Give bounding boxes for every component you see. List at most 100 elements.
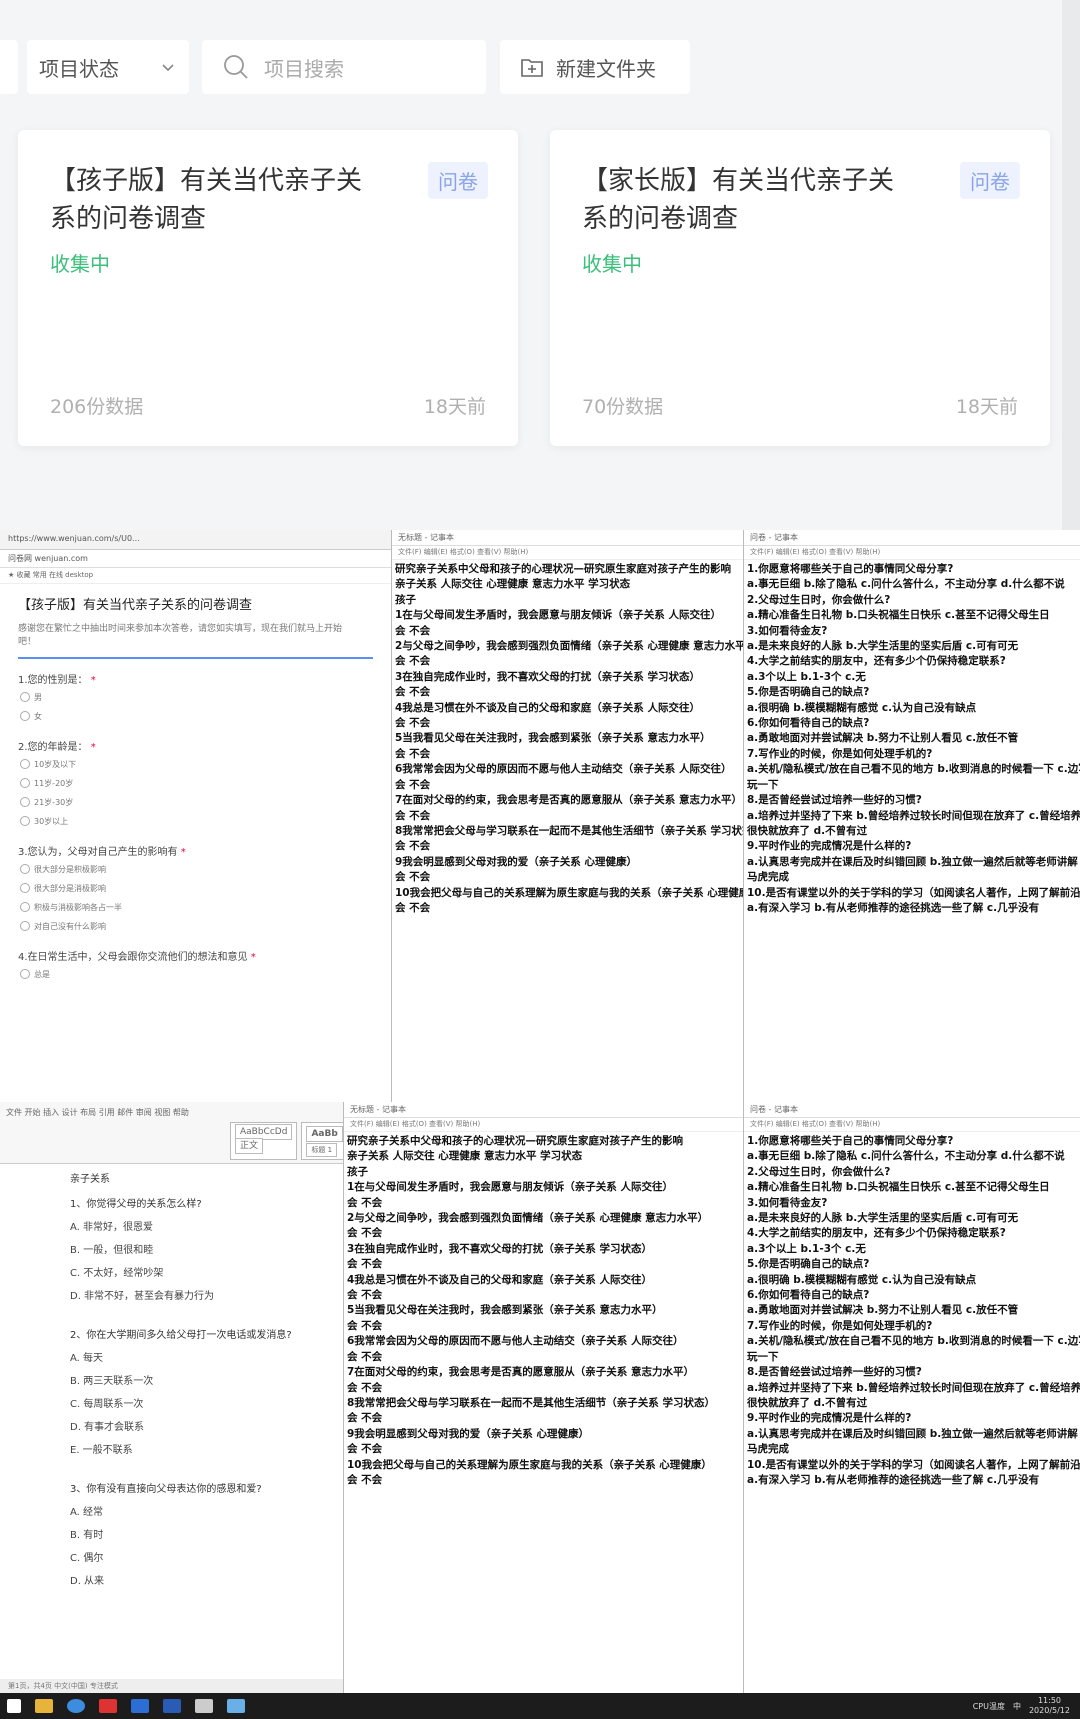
radio-option[interactable]: 21岁-30岁 [0, 793, 391, 812]
doc-spacer [60, 1591, 343, 1605]
document-body[interactable]: 亲子关系 1、你觉得父母的关系怎么样? A. 非常好，很恩爱 B. 一般，但很和睦 C… [0, 1164, 343, 1605]
project-search-input[interactable]: 项目搜索 [202, 40, 486, 94]
style-normal[interactable]: AaBbCcDd 正文 [230, 1122, 298, 1160]
doc-option: D. 从来 [70, 1576, 105, 1587]
word-icon[interactable] [163, 1699, 181, 1713]
text-line: 3在独自完成作业时，我不喜欢父母的打扰（亲子关系 学习状态） [395, 670, 700, 683]
radio-option[interactable]: 10岁及以下 [0, 755, 391, 774]
doc-option: C. 每周联系一次 [70, 1399, 144, 1410]
text-line: 6.你如何看待自己的缺点? [747, 1289, 870, 1302]
text-line: 10.是否有课堂以外的关于学科的学习（如阅读名人著作，上网了解前沿知识） [747, 1458, 1080, 1471]
text-line: 会 不会 [395, 747, 431, 760]
menu-bar[interactable]: 文件(F) 编辑(E) 格式(O) 查看(V) 帮助(H) [392, 546, 743, 560]
browser-icon[interactable] [67, 1699, 85, 1713]
radio-option[interactable]: 对自己没有什么影响 [0, 917, 391, 936]
new-folder-button[interactable]: 新建文件夹 [500, 40, 690, 94]
menu-bar[interactable]: 文件(F) 编辑(E) 格式(O) 查看(V) 帮助(H) [744, 546, 1080, 560]
text-line: 7.写作业的时候，你是如何处理手机的? [747, 747, 933, 760]
text-line: 3.如何看待金友? [747, 1196, 828, 1209]
survey-question: 4.在日常生活中，父母会跟你交流他们的想法和意见 * [0, 936, 391, 965]
text-line: 6.你如何看待自己的缺点? [747, 717, 870, 730]
window-title: 问卷 - 记事本 [744, 530, 1080, 546]
text-line: 7在面对父母的约束，我会思考是否真的愿意服从（亲子关系 意志力水平） [395, 794, 742, 807]
data-count: 206份数据 [50, 396, 144, 418]
text-line: 5.你是否明确自己的缺点? [747, 1258, 870, 1271]
text-line: 会 不会 [347, 1473, 383, 1486]
text-line: 会 不会 [395, 655, 431, 668]
text-content[interactable]: 1.你愿意将哪些关于自己的事情同父母分享? a.事无巨细 b.除了隐私 c.问什么… [744, 560, 1080, 918]
ribbon-tabs[interactable]: 文件 开始 插入 设计 布局 引用 邮件 审阅 视图 帮助 [6, 1106, 337, 1120]
text-line: 孩子 [395, 593, 416, 606]
text-line: 研究亲子关系中父母和孩子的心理状况—研究原生家庭对孩子产生的影响 [347, 1135, 683, 1147]
word-ribbon[interactable]: 文件 开始 插入 设计 布局 引用 邮件 审阅 视图 帮助 AaBbCcDd 正文… [0, 1102, 343, 1164]
doc-option: A. 经常 [70, 1507, 104, 1518]
text-line: a.认真思考完成并在课后及时纠错回顾 b.独立做一遍然后就等老师讲解 c. [747, 1427, 1080, 1440]
text-line: 1.你愿意将哪些关于自己的事情同父母分享? [747, 1135, 954, 1147]
project-card-parent[interactable]: 【家长版】有关当代亲子关系的问卷调查 问卷 收集中 70份数据 18天前 [550, 130, 1050, 446]
radio-option[interactable]: 男 [0, 688, 391, 707]
edge-icon[interactable] [131, 1699, 149, 1713]
window-title: 问卷 - 记事本 [744, 1102, 1080, 1118]
folder-icon[interactable] [35, 1699, 53, 1713]
style-heading[interactable]: AaBb 标题 1 [301, 1122, 343, 1160]
settings-icon[interactable] [195, 1699, 213, 1713]
app-icon[interactable] [99, 1699, 117, 1713]
doc-option: D. 非常不好，甚至会有暴力行为 [70, 1291, 215, 1302]
menu-bar[interactable]: 文件(F) 编辑(E) 格式(O) 查看(V) 帮助(H) [744, 1118, 1080, 1132]
prev-filter-stub[interactable] [0, 40, 18, 94]
notepad-window-1: 无标题 - 记事本 文件(F) 编辑(E) 格式(O) 查看(V) 帮助(H) … [392, 530, 744, 1102]
text-content[interactable]: 研究亲子关系中父母和孩子的心理状况—研究原生家庭对孩子产生的影响 亲子关系 人际交… [344, 1132, 743, 1490]
text-line: 9.平时作业的完成情况是什么样的? [747, 1412, 912, 1425]
radio-option[interactable]: 积极与消极影响各占一半 [0, 898, 391, 917]
text-line: 9我会明显感到父母对我的爱（亲子关系 心理健康） [395, 855, 637, 868]
text-line: 10.是否有课堂以外的关于学科的学习（如阅读名人著作，上网了解前沿知识） [747, 886, 1080, 899]
survey-title: 【孩子版】有关当代亲子关系的问卷调查 [18, 598, 253, 613]
text-line: 8我常常把会父母与学习联系在一起而不是其他生活细节（亲子关系 学习状态） [395, 824, 744, 837]
text-line: 7在面对父母的约束，我会思考是否真的愿意服从（亲子关系 意志力水平） [347, 1366, 694, 1379]
radio-option[interactable]: 30岁以上 [0, 812, 391, 831]
text-line: 会 不会 [395, 624, 431, 637]
required-mark: * [87, 675, 96, 686]
text-line: 会 不会 [395, 778, 431, 791]
clock[interactable]: 11:50 2020/5/12 [1029, 1696, 1070, 1716]
text-line: 会 不会 [347, 1227, 383, 1240]
text-line: a.精心准备生日礼物 b.口头祝福生日快乐 c.甚至不记得父母生日 [747, 609, 1050, 622]
text-line: a.勇敢地面对并尝试解决 b.努力不让别人看见 c.放任不管 [747, 1304, 1019, 1317]
radio-option[interactable]: 很大部分是消极影响 [0, 879, 391, 898]
start-icon[interactable] [7, 1699, 21, 1713]
notepad-icon[interactable] [227, 1699, 245, 1713]
text-line: 会 不会 [347, 1319, 383, 1332]
browser-window: https://www.wenjuan.com/s/U0... 问卷网 wenj… [0, 530, 392, 1102]
text-line: 4我总是习惯在外不谈及自己的父母和家庭（亲子关系 人际交往） [395, 701, 700, 714]
text-line: 2与父母之间争吵，我会感到强烈负面情绪（亲子关系 心理健康 意志力水平） [395, 640, 744, 653]
radio-option[interactable]: 11岁-20岁 [0, 774, 391, 793]
word-status-bar: 第1页，共4页 中文(中国) 专注模式 [0, 1679, 343, 1693]
browser-tab[interactable]: 问卷网 wenjuan.com [0, 550, 391, 568]
radio-option[interactable]: 女 [0, 707, 391, 726]
text-line: a.有深入学习 b.有从老师推荐的途径挑选一些了解 c.几乎没有 [747, 901, 1040, 914]
radio-option[interactable]: 总是 [0, 965, 391, 984]
doc-spacer [60, 1306, 343, 1320]
text-line: a.培养过并坚持了下来 b.曾经培养过较长时间但现在放弃了 c.曾经培养过但 [747, 809, 1080, 822]
menu-bar[interactable]: 文件(F) 编辑(E) 格式(O) 查看(V) 帮助(H) [344, 1118, 743, 1132]
taskbar: CPU温度 中 11:50 2020/5/12 [0, 1693, 1080, 1719]
system-tray[interactable]: CPU温度 中 11:50 2020/5/12 [973, 1696, 1080, 1716]
radio-option[interactable]: 很大部分是积极影响 [0, 860, 391, 879]
status-filter-dropdown[interactable]: 项目状态 [27, 40, 189, 94]
input-language[interactable]: 中 [1013, 1701, 1021, 1712]
text-line: 会 不会 [347, 1196, 383, 1209]
scroll-shade [1062, 0, 1080, 530]
address-bar[interactable]: https://www.wenjuan.com/s/U0... [0, 530, 391, 550]
text-line: 1在与父母间发生矛盾时，我会愿意与朋友倾诉（亲子关系 人际交往） [347, 1181, 673, 1194]
text-line: 10我会把父母与自己的关系理解为原生家庭与我的关系（亲子关系 心理健康） [395, 886, 744, 899]
doc-option: B. 有时 [70, 1530, 104, 1541]
notepad-window-4: 问卷 - 记事本 文件(F) 编辑(E) 格式(O) 查看(V) 帮助(H) 1… [744, 1102, 1080, 1693]
text-line: 4.大学之前结实的朋友中，还有多少个仍保持稳定联系? [747, 1227, 1006, 1240]
text-line: 会 不会 [395, 871, 431, 884]
text-line: 10我会把父母与自己的关系理解为原生家庭与我的关系（亲子关系 心理健康） [347, 1458, 712, 1471]
project-card-child[interactable]: 【孩子版】有关当代亲子关系的问卷调查 问卷 收集中 206份数据 18天前 [18, 130, 518, 446]
text-content[interactable]: 1.你愿意将哪些关于自己的事情同父母分享? a.事无巨细 b.除了隐私 c.问什么… [744, 1132, 1080, 1490]
doc-option: C. 不太好，经常吵架 [70, 1268, 164, 1279]
style-gallery[interactable]: AaBbCcDd 正文 AaBb 标题 1 [230, 1122, 343, 1160]
text-content[interactable]: 研究亲子关系中父母和孩子的心理状况—研究原生家庭对孩子产生的影响 亲子关系 人际交… [392, 560, 743, 918]
